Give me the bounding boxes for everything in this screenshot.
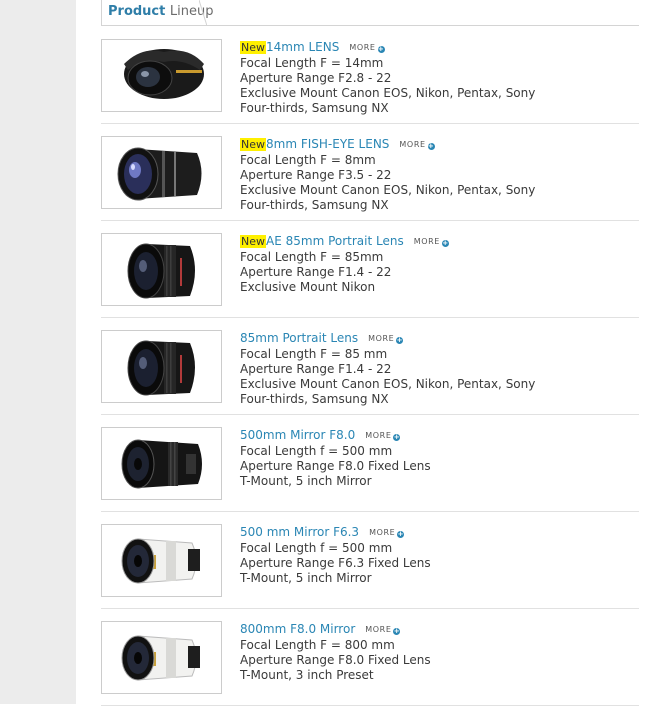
plus-circle-icon: + (396, 336, 404, 344)
lens-image (121, 439, 202, 489)
product-thumbnail[interactable] (101, 524, 222, 597)
product-thumbnail[interactable] (101, 621, 222, 694)
plus-circle-icon: + (377, 45, 385, 53)
product-spec-line: Aperture Range F6.3 Fixed Lens (240, 556, 431, 570)
section-tab: Product Lineup (101, 0, 227, 26)
product-spec-line: Aperture Range F3.5 - 22 (240, 168, 392, 182)
new-badge: New (240, 138, 266, 151)
product-info: 85mm Portrait Lens MORE + Focal Length F = … (240, 331, 620, 407)
product-title-row: NewAE 85mm Portrait Lens MORE + (240, 234, 620, 250)
section-title-part1: Product (108, 4, 166, 19)
product-title-link[interactable]: 800mm F8.0 Mirror (240, 622, 355, 636)
new-badge: New (240, 235, 266, 248)
more-label: MORE (413, 237, 440, 246)
product-thumbnail[interactable] (101, 39, 222, 112)
more-link[interactable]: MORE + (365, 428, 401, 443)
lens-image (124, 49, 204, 99)
product-info: NewAE 85mm Portrait Lens MORE + Focal Lengt… (240, 234, 620, 295)
product-title-row: 85mm Portrait Lens MORE + (240, 331, 620, 347)
product-spec-line: Exclusive Mount Nikon (240, 280, 376, 294)
product-spec-line: Aperture Range F2.8 - 22 (240, 71, 392, 85)
more-link[interactable]: MORE + (349, 40, 385, 55)
product-thumbnail[interactable] (101, 427, 222, 500)
plus-circle-icon: + (393, 627, 401, 635)
lens-image (117, 147, 202, 201)
product-item: 85mm Portrait Lens MORE + Focal Length F = … (101, 318, 639, 415)
product-item: 500mm Mirror F8.0 MORE + Focal Length f = 5… (101, 415, 639, 512)
product-item: New14mm LENS MORE + Focal Length F = 14mm Ap… (101, 27, 639, 124)
product-title-link[interactable]: 500mm Mirror F8.0 (240, 428, 355, 442)
product-title-row: 800mm F8.0 Mirror MORE + (240, 622, 620, 638)
product-spec-line: Four-thirds, Samsung NX (240, 101, 389, 115)
tab-corner-decoration (199, 0, 207, 26)
product-title-link[interactable]: 500 mm Mirror F6.3 (240, 525, 359, 539)
product-title-link[interactable]: 8mm FISH-EYE LENS (266, 137, 389, 151)
plus-circle-icon: + (427, 142, 435, 150)
more-label: MORE (368, 334, 395, 343)
left-sidebar-background (0, 0, 76, 704)
product-spec-line: Aperture Range F1.4 - 22 (240, 265, 392, 279)
product-thumbnail[interactable] (101, 136, 222, 209)
product-spec-line: Focal Length F = 14mm (240, 56, 384, 70)
new-badge: New (240, 41, 266, 54)
product-spec-line: Focal Length F = 85 mm (240, 347, 388, 361)
section-divider (101, 25, 639, 26)
product-thumbnail[interactable] (101, 330, 222, 403)
product-title-link[interactable]: 14mm LENS (266, 40, 339, 54)
more-label: MORE (369, 528, 396, 537)
product-spec-line: Exclusive Mount Canon EOS, Nikon, Pentax… (240, 377, 536, 391)
product-spec-line: Focal Length f = 500 mm (240, 541, 393, 555)
product-info: New8mm FISH-EYE LENS MORE + Focal Length F … (240, 137, 620, 213)
product-spec-line: Exclusive Mount Canon EOS, Nikon, Pentax… (240, 183, 536, 197)
product-item: New8mm FISH-EYE LENS MORE + Focal Length F … (101, 124, 639, 221)
product-spec-line: Focal Length F = 800 mm (240, 638, 395, 652)
product-spec-line: Aperture Range F1.4 - 22 (240, 362, 392, 376)
plus-circle-icon: + (393, 433, 401, 441)
product-title-row: 500mm Mirror F8.0 MORE + (240, 428, 620, 444)
product-item: 800mm F8.0 Mirror MORE + Focal Length F = 8… (101, 609, 639, 706)
lens-image (127, 243, 195, 299)
more-link[interactable]: MORE + (414, 234, 449, 249)
product-info: 500mm Mirror F8.0 MORE + Focal Length f = 5… (240, 428, 620, 489)
product-lineup-panel: Product Lineup New14mm LENS MORE + Focal Le… (76, 0, 646, 706)
product-thumbnail[interactable] (101, 233, 222, 306)
plus-circle-icon: + (397, 530, 405, 538)
product-spec-line: T-Mount, 5 inch Mirror (240, 571, 372, 585)
product-info: New14mm LENS MORE + Focal Length F = 14mm Ap… (240, 40, 620, 116)
more-link[interactable]: MORE + (365, 622, 401, 637)
product-spec-line: Focal Length f = 500 mm (240, 444, 393, 458)
more-label: MORE (365, 431, 392, 440)
product-item: NewAE 85mm Portrait Lens MORE + Focal Lengt… (101, 221, 639, 318)
lens-image (121, 538, 200, 584)
lens-image (121, 635, 200, 681)
lens-image (127, 340, 195, 396)
product-title-row: New14mm LENS MORE + (240, 40, 620, 56)
product-title-row: New8mm FISH-EYE LENS MORE + (240, 137, 620, 153)
product-title-link[interactable]: 85mm Portrait Lens (240, 331, 358, 345)
more-label: MORE (365, 625, 392, 634)
product-spec-line: T-Mount, 3 inch Preset (240, 668, 374, 682)
product-spec-line: Exclusive Mount Canon EOS, Nikon, Pentax… (240, 86, 536, 100)
product-spec-line: Aperture Range F8.0 Fixed Lens (240, 459, 431, 473)
product-spec-line: Four-thirds, Samsung NX (240, 198, 389, 212)
product-title-row: 500 mm Mirror F6.3 MORE + (240, 525, 620, 541)
product-info: 800mm F8.0 Mirror MORE + Focal Length F = 8… (240, 622, 620, 683)
product-info: 500 mm Mirror F6.3 MORE + Focal Length f = … (240, 525, 620, 586)
product-spec-line: Four-thirds, Samsung NX (240, 392, 389, 406)
more-link[interactable]: MORE + (399, 137, 435, 152)
product-spec-line: Aperture Range F8.0 Fixed Lens (240, 653, 431, 667)
product-title-link[interactable]: AE 85mm Portrait Lens (266, 234, 404, 248)
more-label: MORE (349, 43, 376, 52)
product-spec-line: Focal Length F = 85mm (240, 250, 384, 264)
more-link[interactable]: MORE + (369, 525, 405, 540)
product-spec-line: Focal Length F = 8mm (240, 153, 376, 167)
more-label: MORE (399, 140, 426, 149)
plus-circle-icon: + (441, 239, 449, 247)
product-item: 500 mm Mirror F6.3 MORE + Focal Length f = … (101, 512, 639, 609)
more-link[interactable]: MORE + (368, 331, 404, 346)
product-spec-line: T-Mount, 5 inch Mirror (240, 474, 372, 488)
